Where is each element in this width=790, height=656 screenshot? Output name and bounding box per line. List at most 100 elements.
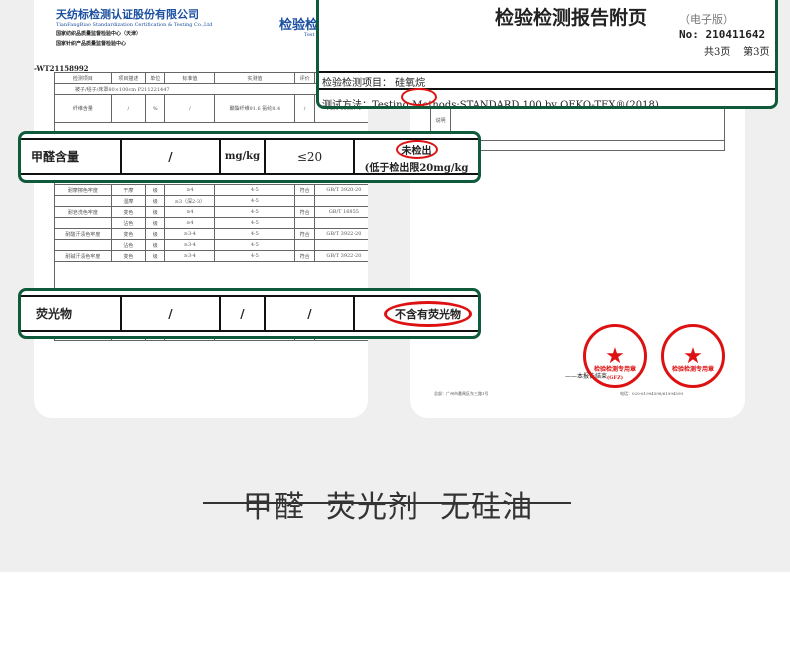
item-limit: ≤20 [266,140,355,173]
table-cell [54,239,112,251]
table-cell: 级 [145,217,166,229]
table-cell [294,195,315,207]
table-cell: 符合 [294,250,315,262]
table-cell: 4-5 [214,217,296,229]
table-row: 耐摩擦色牢度 干摩级 ≥4 4-5 符合 GB/T 3920-20 [54,184,368,196]
table-cell: GB/T 16855 [313,206,368,218]
slogan: 甲醛 荧光剂 无硅油 [242,490,534,525]
table-cell: ≥3-4 [164,250,216,262]
col-header: 实测值 [214,72,296,84]
table-cell: ≥4 [164,206,216,218]
table-cell: 耐碱汗渍色牢度 [54,250,112,262]
page-count: 共3页 第3页 [704,47,770,58]
table-cell: / [294,94,315,123]
table-cell: 4-5 [214,184,296,196]
table-cell: ≥4 [164,184,216,196]
table-cell: % [145,94,166,123]
table-cell: 4-5 [214,228,296,240]
table-cell: 级 [145,206,166,218]
item-result: 未检出 [395,139,438,159]
fluorescent-row: 荧光物 / / / 不含有荧光物 [21,295,478,332]
table-cell [313,195,368,207]
company-name-en: TianFangBiao Standardization Certificati… [56,22,213,28]
table-cell [313,217,368,229]
item-desc: / [122,140,221,173]
fluorescent-overlay: 荧光物 / / / 不含有荧光物 [18,288,481,339]
table-cell: ≥3-4 [164,239,216,251]
table-cell: / [110,94,147,123]
table-cell [54,195,112,207]
stamp-1-text: 检验检测专用章 [593,366,636,373]
col-header: 项目描述 [110,72,147,84]
company-name: 天纺标检测认证股份有限公司 [56,8,199,21]
table-cell: 变色 [110,206,147,218]
table-cell [294,217,315,229]
table-row: 沾色级 ≥4 4-5 [54,217,368,229]
table-cell: / [164,94,216,123]
table-cell: 4-5 [214,250,296,262]
item-unit: mg/kg [221,140,266,173]
stamp-1-code: (GFZ) [606,375,624,381]
stamp-1: ★ 检验检测专用章 (GFZ) [583,324,647,388]
test-method: 测试方法：Testing Methods:STANDARD 100 by OEK… [322,100,659,109]
item-name: 荧光物 [21,297,122,330]
edition: （电子版） [679,13,734,26]
table-cell [294,239,315,251]
table-row: 沾色级 ≥3-4 4-5 [54,239,368,251]
col-header: 检测项目 [54,72,112,84]
table-cell [313,239,368,251]
table-cell: ≥3（深2-3） [164,195,216,207]
appendix-overlay: 检验检测报告附页 （电子版） No: 210411642 共3页 第3页 检验检… [316,0,778,109]
table-cell: 湿摩 [110,195,147,207]
table-cell: ≥4 [164,217,216,229]
table-cell: 变色 [110,250,147,262]
table-cell: 符合 [294,228,315,240]
col-header: 单位 [145,72,166,84]
table-cell: 级 [145,228,166,240]
table-cell: GB/T 3920-20 [313,184,368,196]
table-row: 湿摩级 ≥3（深2-3） 4-5 [54,195,368,207]
formaldehyde-overlay: 甲醛含量 / mg/kg ≤20 未检出 (低于检出限20mg/kg [18,131,481,183]
highlight-circle [401,88,437,106]
center-2: 国家针织产品质量监督检验中心 [56,41,127,47]
appendix-number: No: 210411642 [679,28,766,41]
table-cell: GB/T 3922-20 [313,228,368,240]
table-cell: GB/T 3922-20 [313,250,368,262]
table-row: 耐皂洗色牢度 变色级 ≥4 4-5 符合 GB/T 16855 [54,206,368,218]
table-cell: 4-5 [214,195,296,207]
table-cell: 变色 [110,228,147,240]
table-cell: 级 [145,250,166,262]
table-cell: 4-5 [214,239,296,251]
table-cell: 聚酯纤维91.6 氨纶8.4 [214,94,296,123]
item-name: 甲醛含量 [21,140,122,173]
table-cell: 符合 [294,206,315,218]
table-cell: 沾色 [110,239,147,251]
result-note: (低于检出限20mg/kg [364,162,469,174]
table-cell: 纤维含量 [54,94,112,123]
col-header: 评价 [294,72,315,84]
stamp-2-text: 检验检测专用章 [671,366,714,373]
center-1: 国家纺织品质量监督检验中心（天津） [56,31,142,37]
item-result: 不含有荧光物 [384,300,472,327]
appendix-title: 检验检测报告附页 [495,7,648,29]
formaldehyde-row: 甲醛含量 / mg/kg ≤20 未检出 (低于检出限20mg/kg [21,138,478,175]
table-row: 耐碱汗渍色牢度 变色级 ≥3-4 4-5 符合 GB/T 3922-20 [54,250,368,262]
test-item: 检验检测项目： 硅氧烷 [319,71,775,90]
table-cell: 沾色 [110,217,147,229]
table-cell: 符合 [294,184,315,196]
table-cell: 级 [145,239,166,251]
item-unit: / [221,297,266,330]
phone: 电话：020-61994598/61994599 [620,391,684,396]
table-cell: 耐皂洗色牢度 [54,206,112,218]
table-cell: 4-5 [214,206,296,218]
strikethrough-line [203,502,571,504]
col-header: 标准值 [164,72,216,84]
address: 总部：广州市番禺区东三路1号 [434,391,489,396]
stamp-2: ★ 检验检测专用章 [661,324,725,388]
item-limit: / [266,297,355,330]
table-cell: ≥3-4 [164,228,216,240]
table-cell: 耐酸汗渍色牢度 [54,228,112,240]
table-cell: 干摩 [110,184,147,196]
item-desc: / [122,297,221,330]
table-cell: 耐摩擦色牢度 [54,184,112,196]
